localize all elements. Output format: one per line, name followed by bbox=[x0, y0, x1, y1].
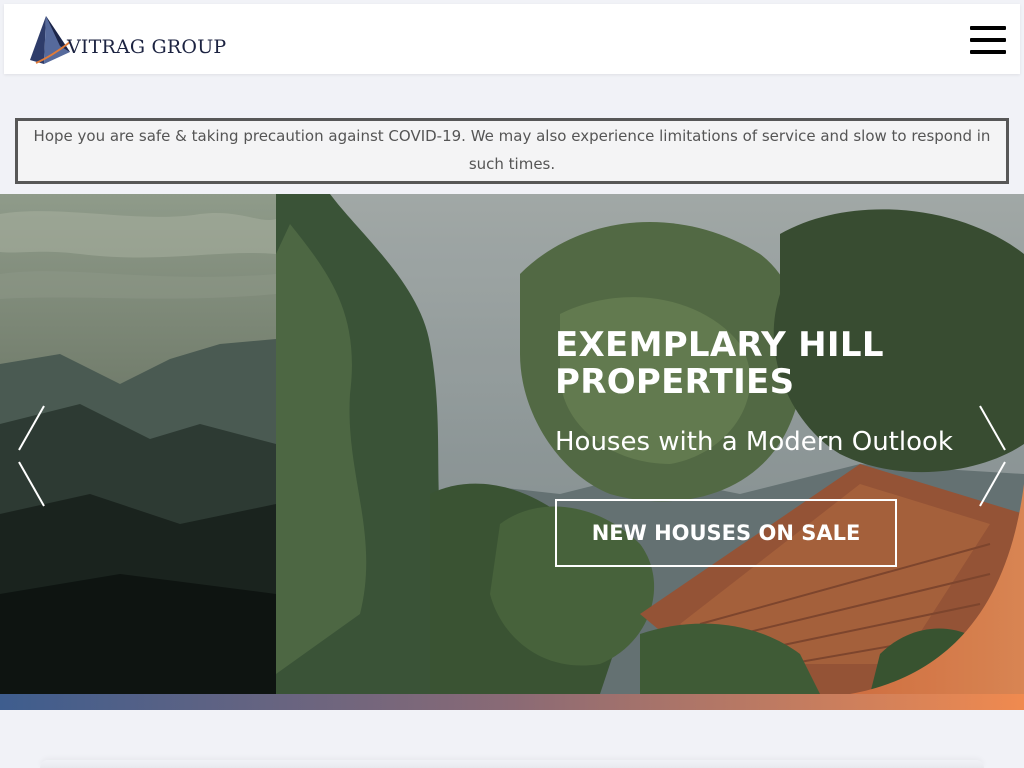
site-header: VITRAG GROUP bbox=[4, 4, 1020, 74]
menu-bar bbox=[970, 26, 1006, 30]
notice-text: Hope you are safe & taking precaution ag… bbox=[33, 127, 991, 173]
pyramid-logo-icon bbox=[30, 16, 70, 64]
new-houses-button[interactable]: NEW HOUSES ON SALE bbox=[555, 499, 897, 567]
chevron-right-icon[interactable] bbox=[978, 404, 1008, 508]
next-section-edge bbox=[40, 760, 984, 768]
hero-subtitle: Houses with a Modern Outlook bbox=[555, 427, 953, 457]
hamburger-menu-icon[interactable] bbox=[970, 26, 1006, 54]
gradient-divider bbox=[0, 694, 1024, 710]
menu-bar bbox=[970, 38, 1006, 42]
brand-logo[interactable]: VITRAG GROUP bbox=[30, 16, 230, 66]
menu-bar bbox=[970, 50, 1006, 54]
hero-title: EXEMPLARY HILL PROPERTIES bbox=[555, 325, 884, 402]
hero-slider: EXEMPLARY HILL PROPERTIES Houses with a … bbox=[0, 194, 1024, 694]
covid-notice: Hope you are safe & taking precaution ag… bbox=[15, 118, 1009, 184]
chevron-left-icon[interactable] bbox=[16, 404, 46, 508]
brand-name: VITRAG GROUP bbox=[67, 36, 227, 58]
